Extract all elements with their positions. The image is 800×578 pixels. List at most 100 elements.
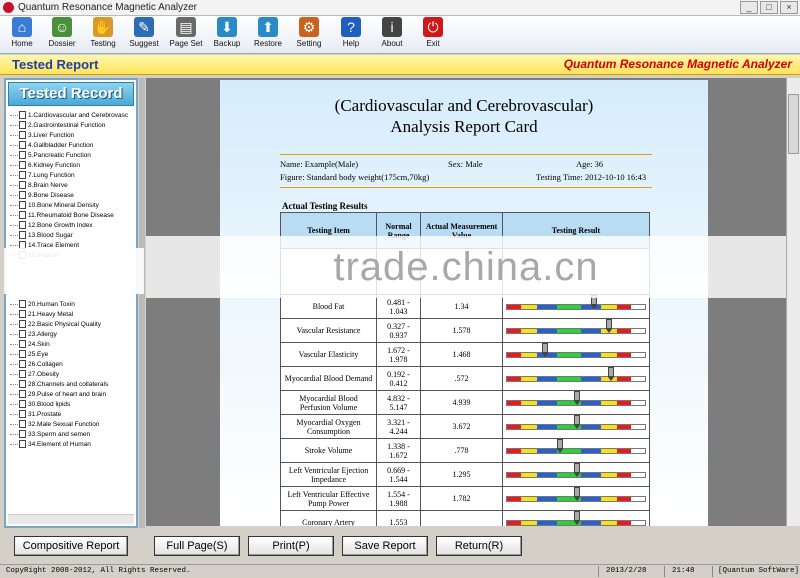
report-title-line-1: (Cardiovascular and Cerebrovascular) — [334, 96, 594, 115]
tree-item-label: 25.Eye — [28, 350, 49, 358]
toolbar-help-button[interactable]: ? Help — [331, 17, 371, 53]
tree-item[interactable]: 7.Lung Function — [10, 170, 136, 180]
section-title: Tested Report — [12, 57, 99, 72]
tree-item[interactable]: 10.Bone Mineral Density — [10, 200, 136, 210]
toolbar-about-button[interactable]: i About — [372, 17, 412, 53]
toolbar-backup-button[interactable]: ⬇ Backup — [207, 17, 247, 53]
tree-horizontal-scrollbar[interactable] — [8, 514, 134, 524]
document-icon — [19, 300, 26, 308]
testing-item: Myocardial Blood Demand — [280, 366, 377, 391]
document-icon — [19, 410, 26, 418]
result-scale — [506, 342, 646, 358]
record-tree: 1.Cardiovascular and Cerebrovasc 2.Gastro… — [10, 110, 136, 516]
about-icon: i — [382, 17, 402, 37]
testing-result — [502, 390, 650, 415]
tree-item-label: 23.Allergy — [28, 330, 57, 338]
save-report-button[interactable]: Save Report — [342, 536, 428, 556]
result-scale — [506, 366, 646, 382]
tree-item[interactable]: 34.Element of Human — [10, 439, 136, 449]
result-marker — [574, 510, 580, 525]
tree-item[interactable]: 4.Gallbladder Function — [10, 140, 136, 150]
toolbar-testing-button[interactable]: ✋ Testing — [83, 17, 123, 53]
tree-item[interactable]: 20.Human Toxin — [10, 299, 136, 309]
tree-item[interactable]: 23.Allergy — [10, 329, 136, 339]
toolbar-page-set-button[interactable]: ▤ Page Set — [166, 17, 206, 53]
minimize-button[interactable]: _ — [740, 1, 758, 14]
document-icon — [19, 390, 26, 398]
document-icon — [19, 320, 26, 328]
app-window: Quantum Resonance Magnetic Analyzer _ □ … — [0, 0, 800, 578]
document-icon — [19, 131, 26, 139]
testing-item: Stroke Volume — [280, 438, 377, 463]
testing-item: Myocardial Oxygen Consumption — [280, 414, 377, 439]
print-button[interactable]: Print(P) — [248, 536, 334, 556]
document-icon — [19, 330, 26, 338]
full-page-button[interactable]: Full Page(S) — [154, 536, 240, 556]
result-marker — [607, 366, 614, 381]
tree-item[interactable]: 13.Blood Sugar — [10, 230, 136, 240]
tree-item[interactable]: 33.Sperm and semen — [10, 429, 136, 439]
tree-item[interactable]: 27.Obesity — [10, 369, 136, 379]
window-title: Quantum Resonance Magnetic Analyzer — [18, 2, 197, 13]
compositive-report-button[interactable]: Compositive Report — [14, 536, 128, 556]
restore-icon: ⬆ — [258, 17, 278, 37]
tree-item[interactable]: 30.Blood lipids — [10, 399, 136, 409]
actual-value: .778 — [420, 438, 503, 463]
actual-value: 1.34 — [420, 294, 503, 319]
document-icon — [19, 430, 26, 438]
tree-item[interactable]: 24.Skin — [10, 339, 136, 349]
testing-item: Left Ventricular Effective Pump Power — [280, 486, 377, 511]
toolbar-home-button[interactable]: ⌂ Home — [2, 17, 42, 53]
tree-item[interactable]: 28.Channels and collaterals — [10, 379, 136, 389]
document-icon — [19, 350, 26, 358]
table-row: Stroke Volume 1.338 - 1.672.778 — [280, 438, 650, 463]
tree-item[interactable]: 26.Collagen — [10, 359, 136, 369]
document-icon — [19, 181, 26, 189]
tree-item[interactable]: 5.Pancreatic Function — [10, 150, 136, 160]
tree-item[interactable]: 22.Basic Physical Quality — [10, 319, 136, 329]
tree-item[interactable]: 6.Kidney Function — [10, 160, 136, 170]
panel-splitter[interactable] — [139, 78, 145, 528]
backup-icon: ⬇ — [217, 17, 237, 37]
testing-result — [502, 414, 650, 439]
table-row: Vascular Elasticity 1.672 - 1.978 1.468 — [280, 342, 650, 367]
tree-item-label: 8.Brain Nerve — [28, 181, 68, 189]
tree-item[interactable]: 21.Heavy Metal — [10, 309, 136, 319]
testing-result — [502, 462, 650, 487]
table-row: Blood Fat 0.481 - 1.043 1.34 — [280, 294, 650, 319]
tree-item[interactable]: 8.Brain Nerve — [10, 180, 136, 190]
tree-item-label: 9.Bone Disease — [28, 191, 74, 199]
testing-item: Blood Fat — [280, 294, 377, 319]
testing-result — [502, 318, 650, 343]
table-row: Myocardial Oxygen Consumption 3.321 - 4.2… — [280, 414, 650, 439]
return-button[interactable]: Return(R) — [436, 536, 522, 556]
tree-item[interactable]: 31.Prostate — [10, 409, 136, 419]
actual-value: 1.578 — [420, 318, 503, 343]
app-icon — [3, 2, 14, 13]
close-button[interactable]: × — [780, 1, 798, 14]
tree-item-label: 13.Blood Sugar — [28, 231, 73, 239]
scrollbar-thumb[interactable] — [788, 94, 799, 154]
document-icon — [19, 420, 26, 428]
tree-item-label: 5.Pancreatic Function — [28, 151, 91, 159]
tree-item[interactable]: 2.Gastrointestinal Function — [10, 120, 136, 130]
tree-item[interactable]: 12.Bone Growth Index — [10, 220, 136, 230]
tree-item-label: 26.Collagen — [28, 360, 63, 368]
toolbar-suggest-button[interactable]: ✎ Suggest — [124, 17, 164, 53]
report-vertical-scrollbar[interactable] — [786, 78, 800, 526]
toolbar-setting-button[interactable]: ⚙ Setting — [289, 17, 329, 53]
toolbar-restore-button[interactable]: ⬆ Restore — [248, 17, 288, 53]
tree-item[interactable]: 32.Male Sexual Function — [10, 419, 136, 429]
tree-item[interactable]: 11.Rheumatoid Bone Disease — [10, 210, 136, 220]
tree-item[interactable]: 25.Eye — [10, 349, 136, 359]
tree-item[interactable]: 1.Cardiovascular and Cerebrovasc — [10, 110, 136, 120]
button-row: Compositive Report Full Page(S) Print(P)… — [0, 530, 800, 564]
tree-item[interactable]: 29.Pulse of heart and brain — [10, 389, 136, 399]
toolbar-dossier-button[interactable]: ☺ Dossier — [42, 17, 82, 53]
normal-range: 4.832 - 5.147 — [376, 390, 421, 415]
toolbar-exit-button[interactable]: ⏻ Exit — [413, 17, 453, 53]
tree-item[interactable]: 3.Liver Function — [10, 130, 136, 140]
toolbar-label: About — [381, 39, 403, 48]
maximize-button[interactable]: □ — [760, 1, 778, 14]
tree-item[interactable]: 9.Bone Disease — [10, 190, 136, 200]
